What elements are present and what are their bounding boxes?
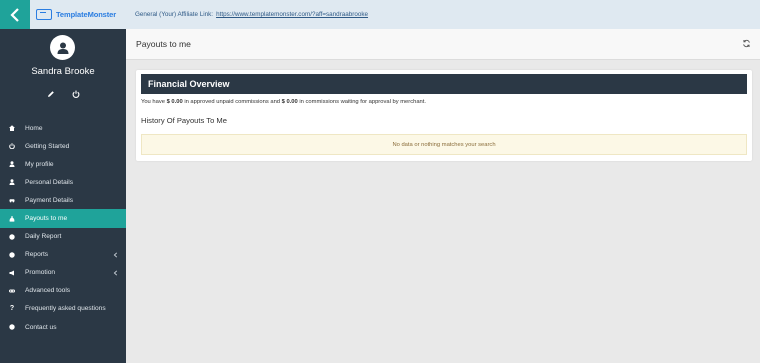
panel-heading: Financial Overview — [141, 74, 747, 94]
sidebar-item-payouts[interactable]: Payouts to me — [0, 209, 126, 228]
chevron-left-icon — [113, 270, 118, 276]
logo[interactable]: TemplateMonster — [30, 0, 126, 29]
no-data-notice: No data or nothing matches your search — [141, 134, 747, 155]
megaphone-icon — [8, 269, 16, 277]
sidebar-item-reports[interactable]: Reports — [0, 246, 126, 264]
link-icon — [8, 287, 16, 295]
avatar[interactable] — [50, 35, 75, 60]
summary-suffix: in commissions waiting for approval by m… — [297, 99, 426, 105]
sidebar-item-daily-report[interactable]: Daily Report — [0, 228, 126, 246]
sidebar-item-label: Daily Report — [25, 233, 62, 241]
logo-text: TemplateMonster — [56, 10, 117, 19]
sidebar-item-label: Payouts to me — [25, 215, 68, 223]
pencil-icon — [47, 90, 54, 97]
power-icon — [8, 142, 16, 150]
money-bag-icon — [8, 215, 16, 223]
sidebar-item-label: Personal Details — [25, 178, 74, 186]
sidebar-item-payment-details[interactable]: Payment Details — [0, 191, 126, 209]
logo-icon — [36, 9, 52, 20]
user-icon — [57, 42, 68, 54]
sidebar-item-home[interactable]: Home — [0, 119, 126, 137]
sidebar-item-faq[interactable]: ? Frequently asked questions — [0, 300, 126, 318]
commission-summary: You have $ 0.00 in approved unpaid commi… — [141, 99, 426, 105]
sidebar-item-getting-started[interactable]: Getting Started — [0, 137, 126, 155]
car-icon — [8, 196, 16, 204]
sidebar-item-personal-details[interactable]: Personal Details — [0, 173, 126, 191]
collapse-sidebar-button[interactable] — [0, 0, 30, 29]
power-icon — [72, 90, 79, 98]
sidebar-item-label: Reports — [25, 251, 49, 259]
globe-icon — [8, 233, 16, 241]
sidebar-item-label: Payment Details — [25, 196, 74, 204]
sidebar-item-label: My profile — [25, 160, 54, 168]
financial-overview-panel: Financial Overview You have $ 0.00 in ap… — [136, 70, 752, 161]
user-icon — [8, 178, 16, 186]
sidebar-item-my-profile[interactable]: My profile — [0, 155, 126, 173]
affiliate-link[interactable]: https://www.templatemonster.com/?aff=san… — [216, 11, 368, 18]
refresh-icon[interactable] — [742, 39, 751, 48]
sidebar-item-label: Getting Started — [25, 142, 70, 150]
affiliate-link-bar: General (Your) Affiliate Link: https://w… — [126, 0, 760, 29]
logout-button[interactable] — [71, 89, 80, 98]
page-header: Payouts to me — [126, 29, 760, 60]
summary-middle: in approved unpaid commissions and — [182, 99, 282, 105]
user-name: Sandra Brooke — [31, 66, 95, 77]
edit-profile-button[interactable] — [46, 89, 55, 98]
chevron-left-icon — [113, 252, 118, 258]
sidebar: TemplateMonster Sandra Brooke Home Getti… — [0, 0, 126, 363]
globe-icon — [8, 251, 16, 259]
sidebar-item-label: Contact us — [25, 323, 57, 331]
sidebar-item-label: Frequently asked questions — [25, 305, 106, 313]
home-icon — [8, 124, 16, 132]
sidebar-item-label: Promotion — [25, 269, 56, 277]
globe-icon — [8, 323, 16, 331]
chevron-left-icon — [10, 7, 19, 22]
profile-area: Sandra Brooke — [0, 29, 126, 118]
sidebar-item-contact-us[interactable]: Contact us — [0, 318, 126, 336]
sidebar-item-label: Advanced tools — [25, 287, 71, 295]
affiliate-link-label: General (Your) Affiliate Link: — [135, 11, 214, 18]
question-icon: ? — [9, 305, 15, 313]
history-title: History Of Payouts To Me — [141, 116, 227, 125]
approved-amount: $ 0.00 — [166, 99, 183, 105]
pending-amount: $ 0.00 — [281, 99, 298, 105]
sidebar-item-advanced-tools[interactable]: Advanced tools — [0, 282, 126, 300]
sidebar-menu: Home Getting Started My profile Personal… — [0, 119, 126, 336]
sidebar-item-label: Home — [25, 124, 43, 132]
user-icon — [8, 160, 16, 168]
sidebar-item-promotion[interactable]: Promotion — [0, 264, 126, 282]
summary-prefix: You have — [141, 99, 167, 105]
page-title: Payouts to me — [136, 39, 191, 49]
